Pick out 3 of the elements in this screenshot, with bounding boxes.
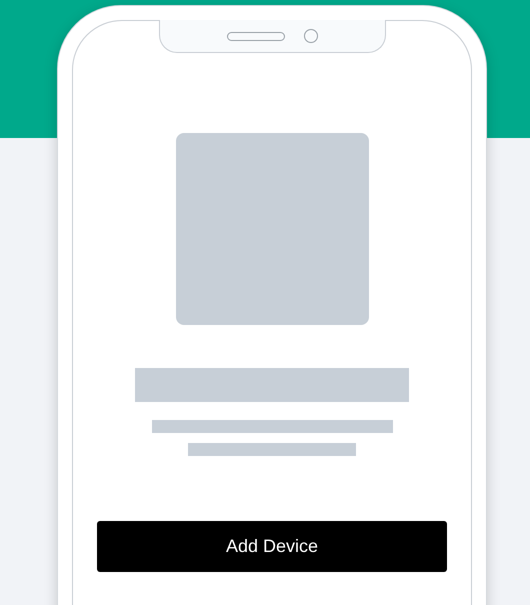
speaker-icon (226, 32, 284, 40)
camera-icon (304, 29, 318, 43)
add-device-button[interactable]: Add Device (97, 521, 447, 572)
